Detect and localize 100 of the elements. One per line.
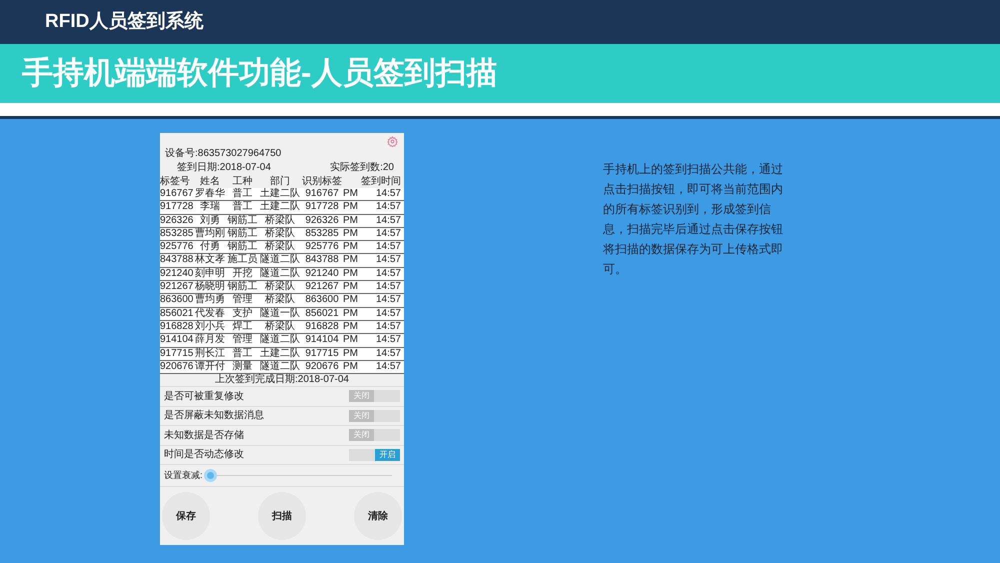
table-cell-text: 14:57 bbox=[374, 268, 402, 280]
table-cell-text: 钢筋工 bbox=[226, 228, 258, 240]
table-cell: 刻申明 bbox=[194, 268, 226, 280]
table-cell-text: 14:57 bbox=[374, 360, 402, 374]
table-row[interactable]: 925776 付勇 钢筋工 桥梁队 925776 PM 14:57 bbox=[160, 241, 404, 254]
table-cell-text: 桥梁队 bbox=[264, 228, 296, 240]
table-row[interactable]: 853285 曹均刚 钢筋工 桥梁队 853285 PM 14:57 bbox=[160, 228, 404, 242]
table-row[interactable]: 917728 李瑞 普工 土建二队 917728 PM 14:57 bbox=[160, 201, 404, 215]
round-button[interactable]: 清除 bbox=[354, 492, 402, 540]
table-cell-text: 桥梁队 bbox=[264, 214, 296, 227]
table-cell-text: 14:57 bbox=[374, 241, 402, 254]
banner-title: 手持机端端软件功能-人员签到扫描 bbox=[22, 54, 498, 92]
table-cell-text: 916767 bbox=[304, 188, 340, 200]
settings-icon[interactable] bbox=[387, 136, 398, 147]
table-cell-text: 843788 bbox=[304, 254, 340, 267]
table-cell: 土建二队 bbox=[259, 348, 301, 360]
table-row[interactable]: 914104 薛月发 管理 隧道二队 914104 PM 14:57 bbox=[160, 334, 404, 348]
table-cell-text: 921267 bbox=[304, 281, 340, 294]
table-cell-text: PM bbox=[343, 228, 359, 240]
table-cell-text: 14:57 bbox=[374, 214, 402, 227]
table-row[interactable]: 921267 杨晓明 钢筋工 桥梁队 921267 PM 14:57 bbox=[160, 281, 404, 294]
table-cell-text: PM bbox=[343, 254, 359, 267]
table-cell: 罗春华 bbox=[194, 188, 226, 200]
table-cell: 土建二队 bbox=[259, 201, 301, 214]
table-cell-text: 普工 bbox=[232, 348, 254, 360]
table-cell: 隧道二队 bbox=[259, 360, 301, 374]
table-row[interactable]: 856021 代发春 支护 隧道一队 856021 PM 14:57 bbox=[160, 308, 404, 321]
table-cell-text: 开挖 bbox=[232, 268, 254, 280]
setting-label: 时间是否动态修改 bbox=[164, 448, 244, 462]
table-row[interactable]: 921240 刻申明 开挖 隧道二队 921240 PM 14:57 bbox=[160, 268, 404, 282]
column-header: 工种 bbox=[232, 175, 254, 188]
description-text: 手持机上的签到扫描公共能，通过点击扫描按钮，即可将当前范围内的所有标签识别到，形成签到信息，扫描完毕后通过点击保存按钮将扫描的数据保存为可上传格式即可。 bbox=[603, 161, 784, 278]
table-cell-text: 付勇 bbox=[199, 241, 221, 254]
table-cell-text: PM bbox=[343, 188, 359, 200]
table-cell-text: 测量 bbox=[232, 360, 254, 374]
table-cell-text: 李瑞 bbox=[199, 201, 221, 214]
setting-label: 是否屏蔽未知数据消息 bbox=[164, 408, 264, 424]
attenuation-slider[interactable] bbox=[204, 469, 392, 482]
table-cell-text: 14:57 bbox=[374, 308, 402, 320]
table-cell: 914104 bbox=[160, 334, 194, 347]
table-cell: 刘小兵 bbox=[194, 320, 226, 334]
table-cell: 隧道二队 bbox=[259, 334, 301, 347]
table-cell-text: 14:57 bbox=[374, 348, 402, 360]
last-sign-in-date: 上次签到完成日期:2018-07-04 bbox=[160, 374, 404, 387]
table-cell-text: PM bbox=[343, 281, 359, 294]
table-cell: 856021 bbox=[160, 308, 194, 320]
table-cell: 920676 bbox=[160, 360, 194, 374]
setting-label: 是否可被重复修改 bbox=[164, 390, 244, 404]
table-cell: 薛月发 bbox=[194, 334, 226, 347]
sign-in-date: 签到日期:2018-07-04 bbox=[177, 161, 271, 174]
table-cell-text: 920676 bbox=[304, 360, 340, 374]
table-cell-text: 914104 bbox=[304, 334, 340, 347]
table-cell: 代发春 bbox=[194, 308, 226, 320]
column-header: 识别标签 bbox=[301, 175, 343, 188]
table-cell-text: 14:57 bbox=[374, 188, 402, 200]
table-cell-text: 14:57 bbox=[374, 228, 402, 240]
table-cell-text: 925776 bbox=[304, 241, 340, 254]
table-row[interactable]: 917715 荆长江 普工 土建二队 917715 PM 14:57 bbox=[160, 348, 404, 361]
table-cell-text: 桥梁队 bbox=[264, 294, 296, 307]
table-cell: 曹均刚 bbox=[194, 228, 226, 240]
table-cell-text: 钢筋工 bbox=[226, 214, 258, 227]
table-cell: 隧道一队 bbox=[259, 308, 301, 320]
table-cell-text: 917728 bbox=[304, 201, 340, 214]
table-cell: 916767 bbox=[160, 188, 194, 200]
table-cell: 荆长江 bbox=[194, 348, 226, 360]
table-row[interactable]: 916828 刘小兵 焊工 桥梁队 916828 PM 14:57 bbox=[160, 320, 404, 334]
table-row[interactable]: 920676 谭开付 测量 隧道二队 920676 PM 14:57 bbox=[160, 360, 404, 374]
table-cell-text: 焊工 bbox=[232, 320, 254, 334]
table-cell: 谭开付 bbox=[194, 360, 226, 374]
table-row[interactable]: 926326 刘勇 钢筋工 桥梁队 926326 PM 14:57 bbox=[160, 214, 404, 228]
table-row[interactable]: 863600 曹均勇 管理 桥梁队 863600 PM 14:57 bbox=[160, 294, 404, 308]
column-header: 姓名 bbox=[199, 175, 221, 188]
table-cell-text: 14:57 bbox=[374, 201, 402, 214]
round-button[interactable]: 扫描 bbox=[258, 492, 306, 540]
table-cell: 917715 bbox=[160, 348, 194, 360]
app-title: RFID人员签到系统 bbox=[45, 10, 204, 34]
table-row[interactable]: 843788 林文孝 施工员 隧道二队 843788 PM 14:57 bbox=[160, 254, 404, 268]
table-cell: 曹均勇 bbox=[194, 294, 226, 307]
table-cell-text: PM bbox=[343, 348, 359, 360]
table-cell-text: 14:57 bbox=[374, 294, 402, 307]
table-cell-text: PM bbox=[343, 241, 359, 254]
table-cell-text: 管理 bbox=[232, 294, 254, 307]
slider-thumb[interactable] bbox=[204, 469, 217, 482]
table-cell-text: 桥梁队 bbox=[264, 241, 296, 254]
table-cell-text: 钢筋工 bbox=[226, 241, 258, 254]
sign-in-count: 实际签到数:20 bbox=[330, 161, 394, 174]
table-cell-text: 施工员 bbox=[226, 254, 258, 267]
device-number: 设备号:863573027964750 bbox=[164, 147, 282, 160]
slider-label: 设置衰减: bbox=[164, 468, 203, 482]
table-cell: 926326 bbox=[160, 214, 194, 227]
table-cell: 916828 bbox=[160, 320, 194, 334]
round-button[interactable]: 保存 bbox=[162, 492, 210, 540]
table-cell: 杨晓明 bbox=[194, 281, 226, 294]
table-cell-text: 14:57 bbox=[374, 320, 402, 334]
table-cell-text: 926326 bbox=[304, 214, 340, 227]
table-cell-text: 14:57 bbox=[374, 334, 402, 347]
table-cell-text: 917715 bbox=[304, 348, 340, 360]
table-cell: 917728 bbox=[160, 201, 194, 214]
table-cell-text: 支护 bbox=[232, 308, 254, 320]
table-cell-text: 856021 bbox=[304, 308, 340, 320]
